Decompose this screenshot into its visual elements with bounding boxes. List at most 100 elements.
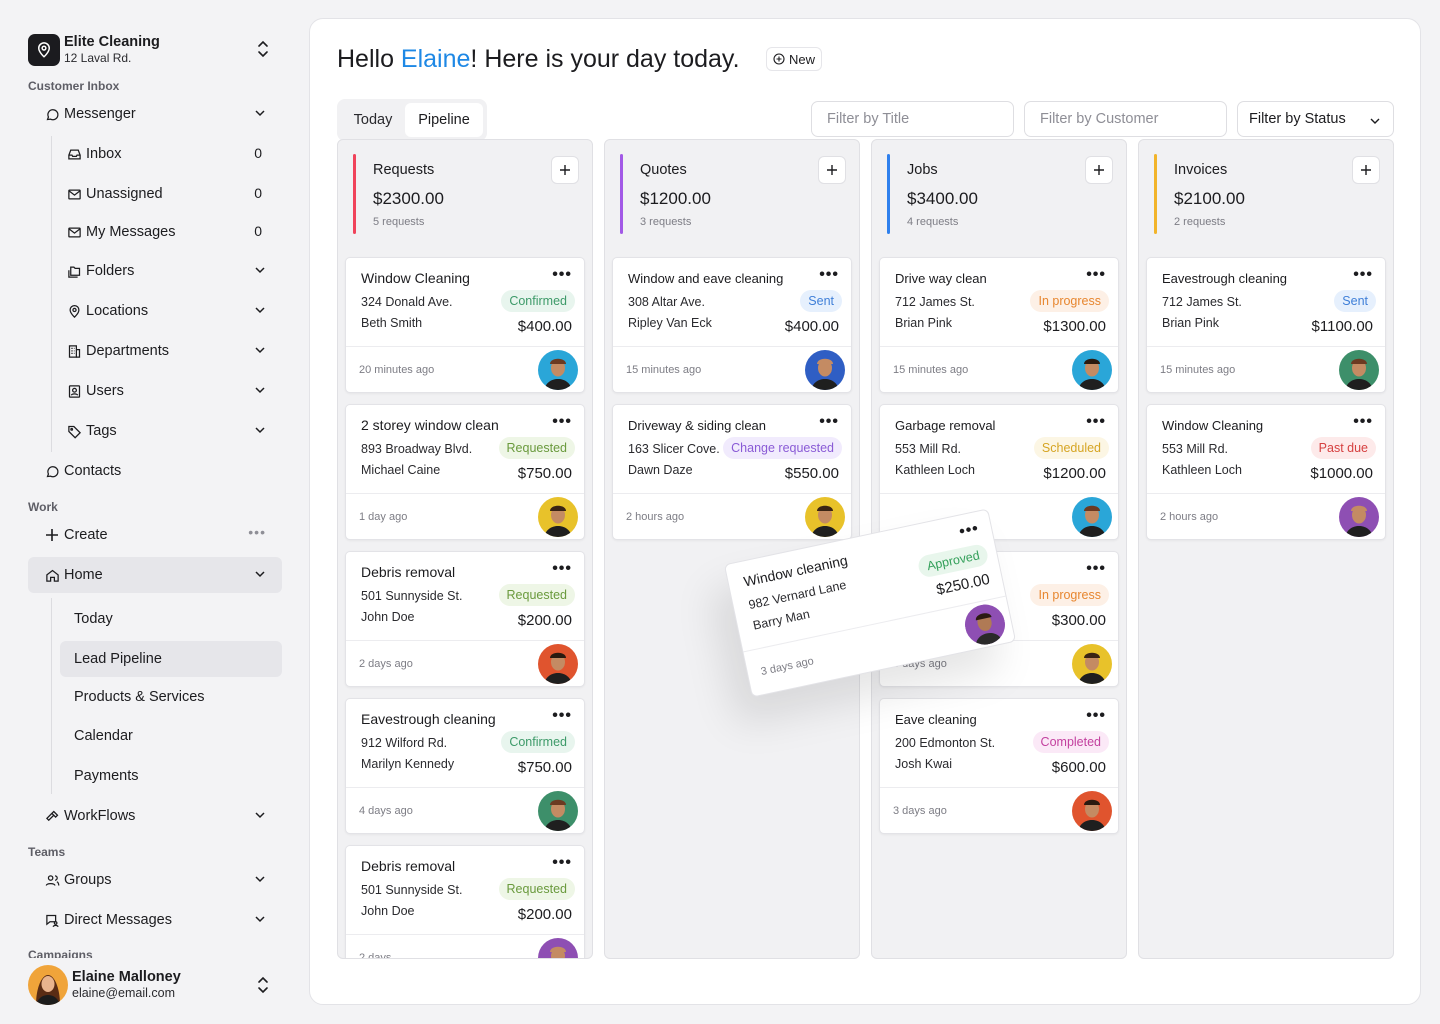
column-header: Quotes $1200.00 3 requests	[620, 154, 846, 234]
card-title: Driveway & siding clean	[628, 418, 767, 433]
more-horizontal-icon[interactable]: •••	[1086, 561, 1106, 577]
avatar	[538, 791, 578, 831]
pipeline-card[interactable]: Eave cleaning ••• 200 Edmonton St. Josh Kwa…	[879, 698, 1119, 834]
chevron-down-icon[interactable]	[254, 568, 266, 580]
more-horizontal-icon[interactable]: •••	[552, 855, 572, 871]
chevron-up-down-icon[interactable]	[256, 40, 270, 58]
add-card-button[interactable]	[818, 156, 846, 184]
card-title: Drive way clean	[895, 271, 987, 286]
filter-status-select[interactable]: Filter by Status	[1237, 101, 1394, 137]
sidebar-item-my-messages[interactable]: My Messages 0	[66, 216, 266, 248]
sidebar-item-direct-messages[interactable]: Direct Messages	[44, 904, 266, 936]
chevron-down-icon[interactable]	[254, 264, 266, 276]
sidebar-item-label: Direct Messages	[64, 912, 172, 928]
sidebar-item-calendar[interactable]: Calendar	[74, 720, 133, 752]
mail-question-icon	[66, 186, 82, 202]
sidebar-item-payments[interactable]: Payments	[74, 760, 138, 792]
add-card-button[interactable]	[1352, 156, 1380, 184]
chevron-down-icon[interactable]	[254, 107, 266, 119]
pipeline-card[interactable]: Debris removal ••• 501 Sunnyside St. John D…	[345, 845, 585, 959]
sidebar-item-tags[interactable]: Tags	[66, 415, 266, 447]
chevron-down-icon[interactable]	[254, 344, 266, 356]
more-horizontal-icon[interactable]: •••	[1086, 267, 1106, 283]
org-switcher[interactable]: Elite Cleaning 12 Laval Rd.	[28, 30, 278, 70]
avatar	[1072, 791, 1112, 831]
sidebar-item-lead-pipeline[interactable]: Lead Pipeline	[74, 643, 162, 675]
more-horizontal-icon[interactable]: •••	[552, 708, 572, 724]
more-horizontal-icon[interactable]: •••	[248, 524, 266, 540]
chevron-down-icon[interactable]	[254, 304, 266, 316]
tab-today[interactable]: Today	[341, 103, 405, 137]
sidebar-item-contacts[interactable]: Contacts	[44, 455, 266, 487]
add-card-button[interactable]	[1085, 156, 1113, 184]
card-customer: Barry Man	[751, 606, 812, 633]
section-work: Work	[28, 500, 58, 514]
pipeline-card[interactable]: Eavestrough cleaning ••• 912 Wilford Rd. Ma…	[345, 698, 585, 834]
pipeline-card[interactable]: Window and eave cleaning ••• 308 Altar Ave…	[612, 257, 852, 393]
sidebar-item-create[interactable]: Create •••	[44, 519, 266, 551]
pipeline-card[interactable]: Driveway & siding clean ••• 163 Slicer Cov…	[612, 404, 852, 540]
sidebar-item-locations[interactable]: Locations	[66, 295, 266, 327]
avatar	[1339, 350, 1379, 390]
sidebar-item-products-services[interactable]: Products & Services	[74, 681, 205, 713]
sidebar-item-users[interactable]: Users	[66, 375, 266, 407]
more-horizontal-icon[interactable]: •••	[819, 267, 839, 283]
more-horizontal-icon[interactable]: •••	[1086, 414, 1106, 430]
chevron-down-icon[interactable]	[254, 809, 266, 821]
avatar	[961, 600, 1009, 649]
chevron-down-icon[interactable]	[254, 384, 266, 396]
chevron-up-down-icon[interactable]	[256, 976, 270, 994]
pipeline-card[interactable]: Drive way clean ••• 712 James St. Brian Pin…	[879, 257, 1119, 393]
card-title: Debris removal	[361, 564, 456, 580]
more-horizontal-icon[interactable]: •••	[552, 561, 572, 577]
card-price: $750.00	[517, 465, 572, 482]
sidebar-item-label: Users	[86, 383, 124, 399]
sidebar-item-home[interactable]: Home	[44, 559, 266, 591]
pipeline-card[interactable]: Window Cleaning ••• 553 Mill Rd. Kathleen L…	[1146, 404, 1386, 540]
column-amount: $2100.00	[1174, 189, 1245, 208]
card-divider	[880, 346, 1118, 347]
column-invoices: Invoices $2100.00 2 requests Eavestrough cl…	[1138, 139, 1394, 959]
pipeline-card[interactable]: Debris removal ••• 501 Sunnyside St. John D…	[345, 551, 585, 687]
card-price: $300.00	[1051, 612, 1106, 629]
more-horizontal-icon[interactable]: •••	[1353, 414, 1373, 430]
avatar	[1072, 350, 1112, 390]
card-title: Window Cleaning	[361, 270, 470, 286]
sidebar-item-messenger[interactable]: Messenger	[44, 98, 266, 130]
card-price: $1100.00	[1311, 318, 1373, 335]
chevron-down-icon[interactable]	[254, 913, 266, 925]
more-horizontal-icon[interactable]: •••	[552, 267, 572, 283]
sidebar-item-groups[interactable]: Groups	[44, 864, 266, 896]
chevron-down-icon[interactable]	[254, 873, 266, 885]
sidebar-item-unassigned[interactable]: Unassigned 0	[66, 178, 266, 210]
pipeline-card[interactable]: 2 storey window clean ••• 893 Broadway Blv…	[345, 404, 585, 540]
more-horizontal-icon[interactable]: •••	[552, 414, 572, 430]
new-button[interactable]: New	[766, 47, 823, 71]
pipeline-card[interactable]: Eavestrough cleaning ••• 712 James St. Bria…	[1146, 257, 1386, 393]
more-horizontal-icon[interactable]: •••	[1086, 708, 1106, 724]
more-horizontal-icon[interactable]: •••	[1353, 267, 1373, 283]
card-time: 2 days	[359, 952, 392, 959]
pipeline-card[interactable]: Window Cleaning ••• 324 Donald Ave. Beth Sm…	[345, 257, 585, 393]
sidebar-item-today[interactable]: Today	[74, 603, 113, 635]
chevron-down-icon[interactable]	[254, 424, 266, 436]
add-card-button[interactable]	[551, 156, 579, 184]
column-title: Quotes	[640, 162, 687, 178]
sidebar-item-label: Folders	[86, 263, 135, 279]
filter-customer-input[interactable]: Filter by Customer	[1024, 101, 1227, 137]
avatar	[805, 350, 845, 390]
pipeline-card[interactable]: Garbage removal ••• 553 Mill Rd. Kathleen L…	[879, 404, 1119, 540]
user-profile[interactable]: Elaine Malloney elaine@email.com	[28, 965, 278, 1005]
sidebar-item-inbox[interactable]: Inbox 0	[66, 138, 266, 170]
card-price: $750.00	[517, 759, 572, 776]
sidebar-item-workflows[interactable]: WorkFlows	[44, 800, 266, 832]
tab-pipeline[interactable]: Pipeline	[405, 103, 483, 137]
sidebar-item-departments[interactable]: Departments	[66, 335, 266, 367]
card-divider	[880, 787, 1118, 788]
org-address: 12 Laval Rd.	[64, 51, 132, 65]
more-horizontal-icon[interactable]: •••	[958, 520, 981, 541]
filter-title-input[interactable]: Filter by Title	[811, 101, 1014, 137]
more-horizontal-icon[interactable]: •••	[819, 414, 839, 430]
sidebar-item-folders[interactable]: Folders	[66, 255, 266, 287]
card-divider	[346, 346, 584, 347]
